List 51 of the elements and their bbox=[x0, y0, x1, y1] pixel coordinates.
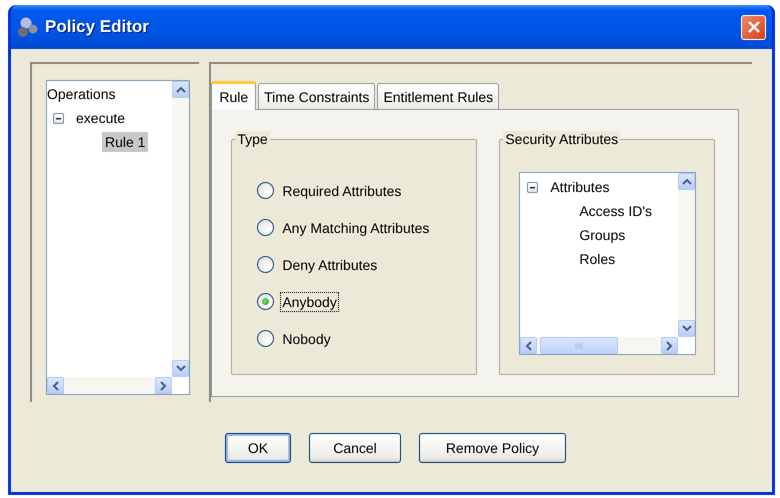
chevron-up-icon bbox=[176, 86, 186, 93]
chevron-down-icon bbox=[176, 365, 186, 372]
radio-button[interactable] bbox=[257, 219, 274, 236]
scroll-left-button[interactable] bbox=[520, 337, 538, 354]
collapse-toggle[interactable] bbox=[53, 112, 64, 124]
dialog-button[interactable]: Remove Policy bbox=[419, 433, 566, 463]
tab[interactable]: Time Constraints bbox=[258, 83, 376, 109]
tree-item[interactable]: execute bbox=[73, 108, 128, 128]
radio-button[interactable] bbox=[257, 293, 274, 310]
radio-button[interactable] bbox=[257, 182, 274, 199]
scroll-up-button[interactable] bbox=[678, 173, 696, 190]
radio-label[interactable]: Nobody bbox=[280, 328, 333, 348]
radio-label[interactable]: Required Attributes bbox=[280, 180, 404, 200]
radio-button[interactable] bbox=[257, 256, 274, 273]
radio-label[interactable]: Anybody bbox=[280, 292, 339, 312]
chevron-right-icon bbox=[666, 340, 674, 350]
collapse-toggle[interactable] bbox=[527, 182, 538, 192]
tree-item[interactable]: Access ID's bbox=[576, 201, 656, 221]
radio-label[interactable]: Deny Attributes bbox=[280, 254, 380, 274]
scroll-up-button[interactable] bbox=[172, 81, 189, 98]
close-icon bbox=[746, 19, 762, 35]
tree-item[interactable]: Roles bbox=[576, 249, 618, 269]
radio-button[interactable] bbox=[257, 330, 274, 347]
app-icon bbox=[17, 16, 39, 38]
tree-item[interactable]: Operations bbox=[47, 84, 118, 104]
scroll-thumb[interactable] bbox=[540, 337, 618, 354]
operations-tree[interactable]: Operations execute Rule 1 bbox=[46, 80, 190, 395]
window-title: Policy Editor bbox=[45, 17, 150, 37]
attributes-tree[interactable]: Attributes Access ID's Groups Roles bbox=[519, 172, 696, 355]
scroll-down-button[interactable] bbox=[172, 360, 189, 377]
dialog-button[interactable]: Cancel bbox=[309, 433, 401, 463]
group-title: Security Attributes bbox=[503, 131, 620, 147]
close-button[interactable] bbox=[741, 14, 766, 40]
tree-item[interactable]: Rule 1 bbox=[102, 132, 148, 152]
scroll-right-button[interactable] bbox=[661, 337, 678, 354]
group-title: Type bbox=[235, 131, 270, 147]
chevron-left-icon bbox=[525, 340, 532, 350]
tree-item[interactable]: Groups bbox=[576, 225, 628, 245]
scroll-left-button[interactable] bbox=[47, 377, 64, 394]
scroll-down-button[interactable] bbox=[678, 320, 696, 337]
tab[interactable]: Entitlement Rules bbox=[377, 83, 500, 109]
chevron-up-icon bbox=[682, 178, 692, 185]
chevron-down-icon bbox=[682, 325, 692, 332]
chevron-left-icon bbox=[52, 380, 59, 390]
radio-label[interactable]: Any Matching Attributes bbox=[280, 218, 432, 238]
tab[interactable]: Rule bbox=[211, 81, 256, 110]
scroll-right-button[interactable] bbox=[155, 377, 172, 394]
dialog-button[interactable]: OK bbox=[225, 433, 291, 463]
tree-item[interactable]: Attributes bbox=[547, 177, 612, 197]
grip-icon bbox=[575, 342, 584, 350]
chevron-right-icon bbox=[160, 380, 167, 390]
